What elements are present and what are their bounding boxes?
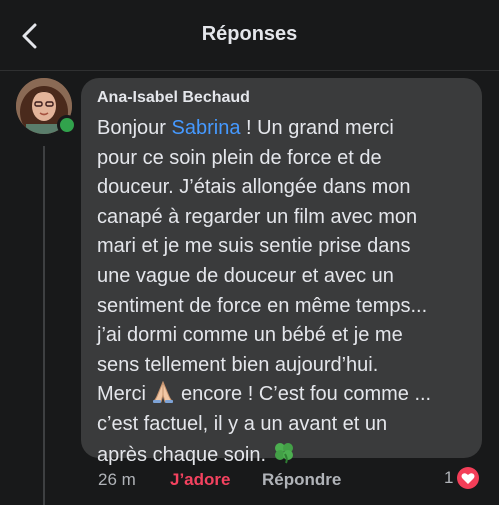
comment-line: sens tellement bien aujourd’hui.	[97, 353, 379, 376]
online-status-dot	[57, 115, 77, 135]
header-bar: Réponses	[0, 0, 499, 71]
avatar[interactable]	[16, 78, 77, 136]
comment-bubble: Ana-Isabel Bechaud Bonjour Sabrina ! Un …	[81, 78, 482, 466]
comment-line: Merci encore ! C’est fou comme ...	[97, 381, 432, 406]
comment-line: douceur. J’étais allongée dans mon	[97, 176, 411, 199]
comment-line: j’ai dormi comme un bébé et je me	[97, 324, 403, 347]
comment-timestamp: 26 m	[98, 470, 136, 489]
page-title: Réponses	[201, 23, 298, 45]
mention-link[interactable]: Sabrina	[172, 117, 241, 139]
reaction-summary[interactable]: 1	[444, 466, 480, 490]
comment-line: canapé à regarder un film avec mon	[97, 205, 418, 228]
comment-text: Bonjour Sabrina ! Un grand merci pour ce…	[97, 114, 477, 470]
folded-hands-icon	[153, 381, 174, 404]
heart-icon	[457, 467, 480, 489]
reaction-button[interactable]: J’adore	[170, 470, 230, 490]
comment-line: sentiment de force en même temps...	[97, 294, 428, 317]
comment-line: après chaque soin.	[97, 442, 296, 466]
comment-line: pour ce soin plein de force et de	[97, 146, 382, 169]
comment-author[interactable]: Ana-Isabel Bechaud	[97, 89, 250, 107]
comment-line: Bonjour Sabrina ! Un grand merci	[97, 117, 394, 139]
four-leaf-clover-icon	[274, 442, 293, 463]
reaction-count: 1	[444, 468, 454, 487]
comment-line: c’est factuel, il y a un avant et un	[97, 412, 388, 435]
comment-line: une vague de douceur et avec un	[97, 264, 394, 287]
reply-button[interactable]: Répondre	[262, 470, 341, 490]
comment-line: mari et je me suis sentie prise dans	[97, 235, 411, 258]
thread-line	[43, 146, 45, 505]
